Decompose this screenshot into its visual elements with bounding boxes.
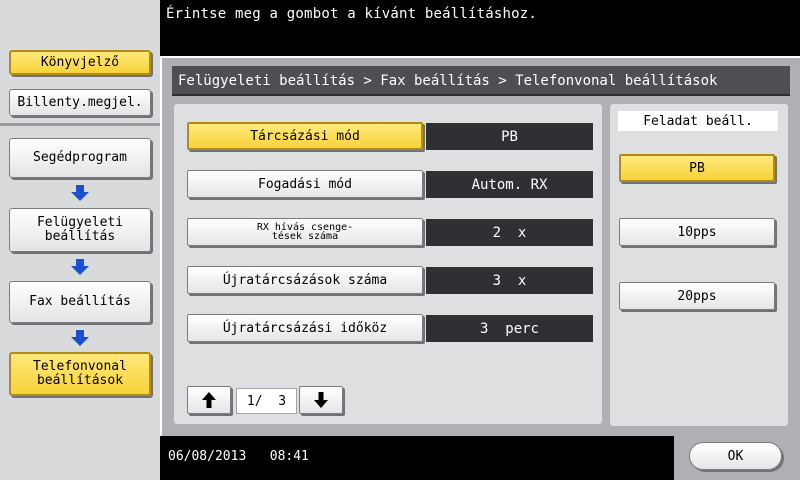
arrow-down-icon bbox=[71, 185, 89, 201]
arrow-down-icon bbox=[314, 392, 328, 408]
dialing-mode-button[interactable]: Tárcsázási mód bbox=[187, 122, 423, 150]
ok-area: OK bbox=[674, 436, 800, 480]
rx-ring-count-button[interactable]: RX hívás csenge- tések száma bbox=[187, 218, 423, 246]
redial-count-button[interactable]: Újratárcsázások száma bbox=[187, 266, 423, 294]
settings-list: Tárcsázási mód PB Fogadási mód Autom. RX… bbox=[174, 104, 602, 424]
page-down-button[interactable] bbox=[299, 386, 343, 414]
instruction-message: Érintse meg a gombot a kívánt beállításh… bbox=[166, 6, 538, 22]
dialing-mode-value: PB bbox=[426, 123, 593, 150]
option-20pps-button[interactable]: 20pps bbox=[619, 282, 775, 310]
arrow-down-icon bbox=[71, 259, 89, 275]
sidebar-item-admin-settings[interactable]: Felügyeleti beállítás bbox=[9, 208, 151, 252]
arrow-down-icon bbox=[71, 330, 89, 346]
main-panel: Felügyeleti beállítás > Fax beállítás > … bbox=[160, 56, 800, 436]
receive-mode-value: Autom. RX bbox=[426, 171, 593, 198]
rx-ring-count-value: 2 x bbox=[426, 219, 593, 246]
receive-mode-button[interactable]: Fogadási mód bbox=[187, 170, 423, 198]
redial-interval-value: 3 perc bbox=[426, 315, 593, 342]
breadcrumb: Felügyeleti beállítás > Fax beállítás > … bbox=[172, 66, 790, 96]
date-time: 06/08/2013 08:41 bbox=[168, 449, 309, 464]
page-up-button[interactable] bbox=[187, 386, 231, 414]
sidebar-item-fax-settings[interactable]: Fax beállítás bbox=[9, 281, 151, 323]
redial-interval-button[interactable]: Újratárcsázási időköz bbox=[187, 314, 423, 342]
arrow-up-icon bbox=[202, 392, 216, 408]
task-settings-panel: Feladat beáll. PB 10pps 20pps bbox=[610, 104, 788, 426]
bookmark-button[interactable]: Könyvjelző bbox=[9, 50, 151, 75]
page-indicator: 1/ 3 bbox=[236, 388, 297, 414]
sidebar: Könyvjelző Billenty.megjel. Segédprogram… bbox=[0, 0, 160, 480]
redial-count-value: 3 x bbox=[426, 267, 593, 294]
sidebar-divider bbox=[0, 123, 160, 126]
keypad-display-button[interactable]: Billenty.megjel. bbox=[9, 89, 151, 116]
option-pb-button[interactable]: PB bbox=[619, 154, 775, 182]
sidebar-item-line-settings[interactable]: Telefonvonal beállítások bbox=[9, 352, 151, 396]
ok-button[interactable]: OK bbox=[689, 442, 782, 470]
option-10pps-button[interactable]: 10pps bbox=[619, 218, 775, 246]
sidebar-item-utility[interactable]: Segédprogram bbox=[9, 138, 151, 178]
task-settings-title: Feladat beáll. bbox=[618, 111, 778, 131]
